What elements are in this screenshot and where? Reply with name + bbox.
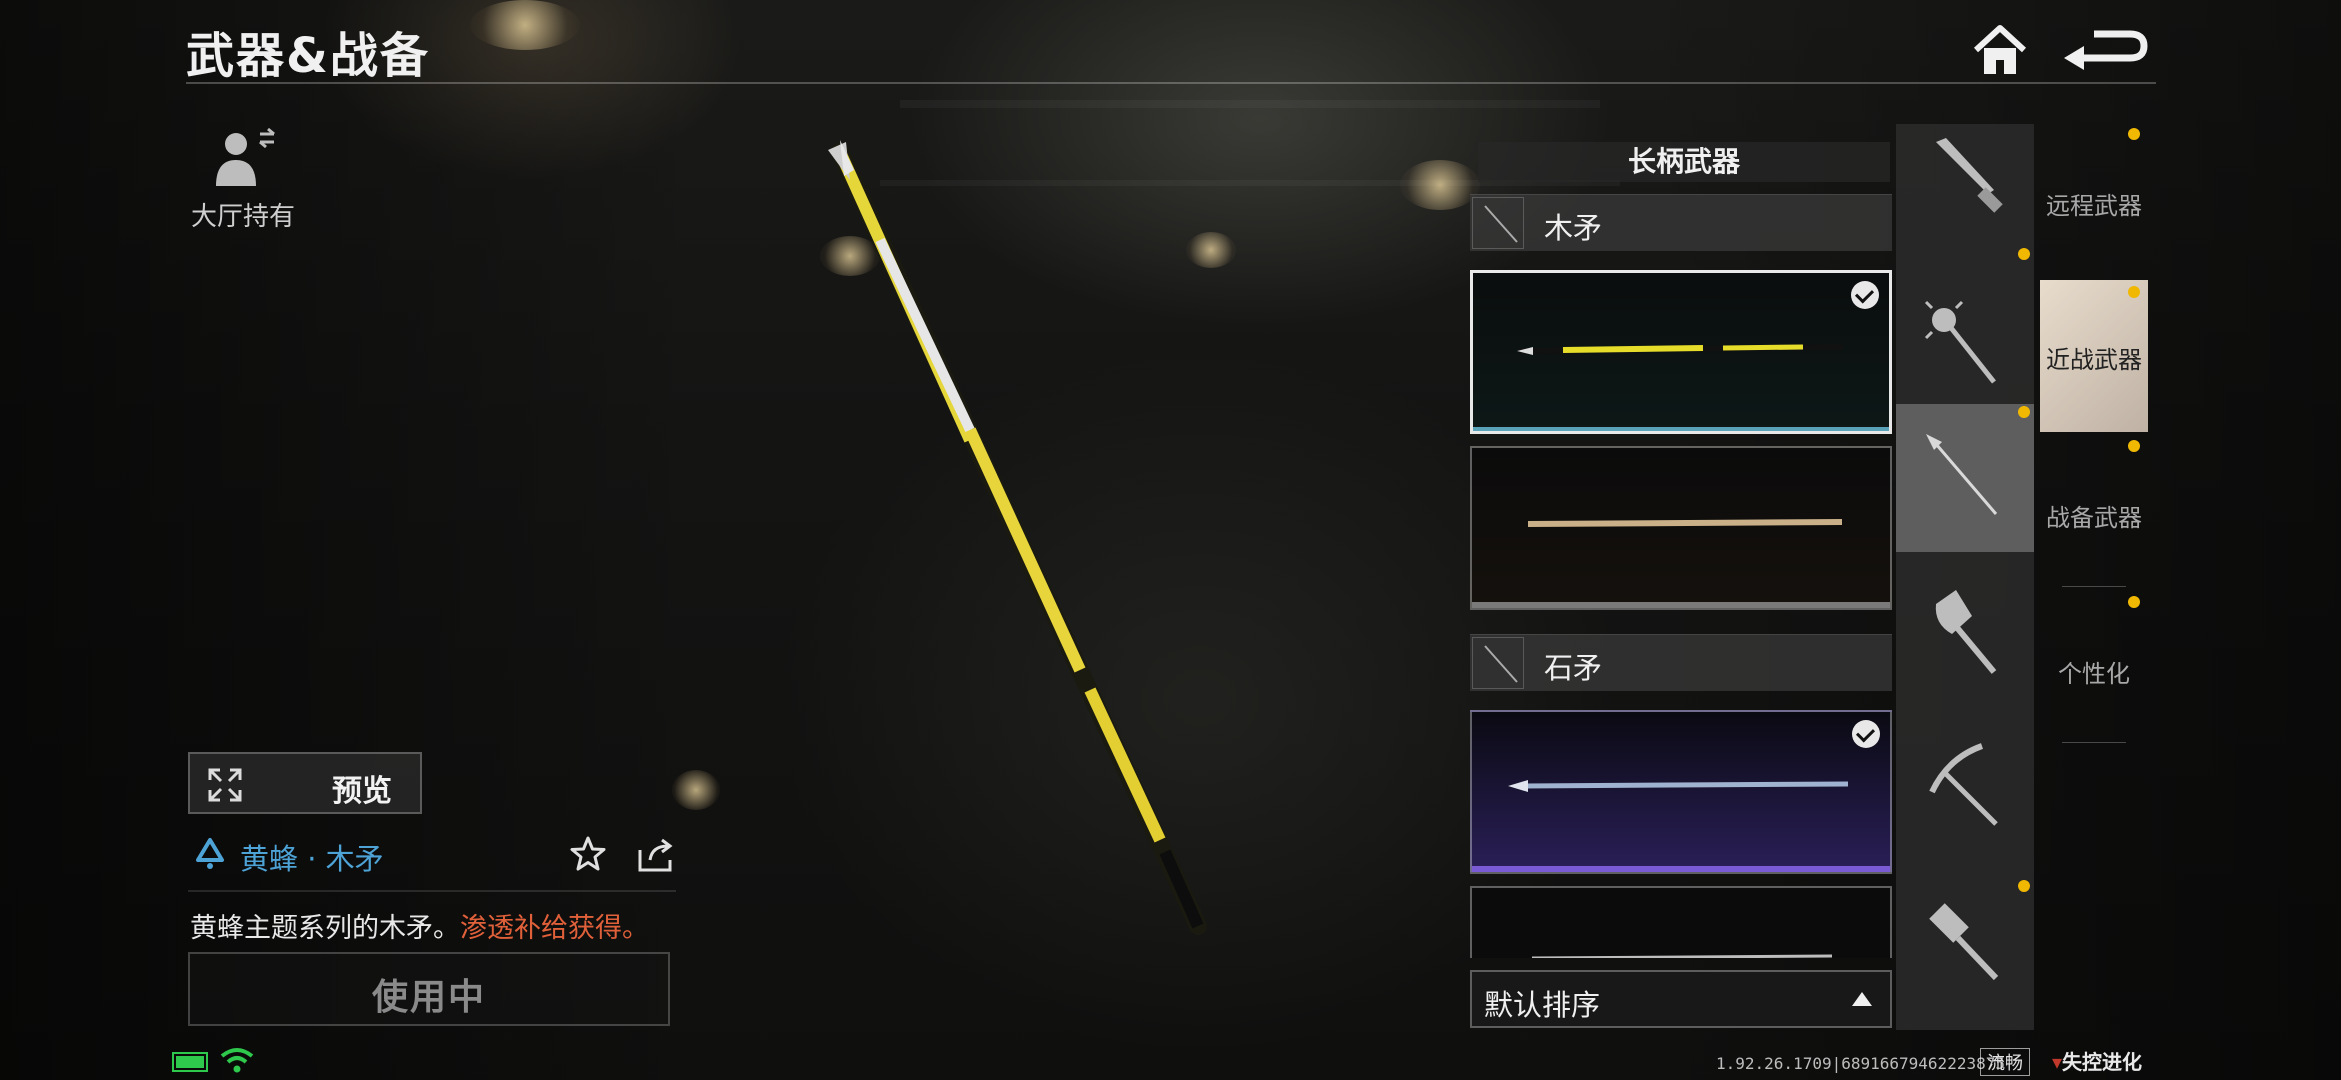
pickaxe-icon: [1929, 743, 1998, 826]
battery-icon: [172, 1052, 208, 1072]
expand-icon: [208, 768, 242, 802]
new-dot: [2128, 596, 2140, 608]
category-label: 战备武器: [2046, 504, 2142, 532]
stone-spear-thumbnail: [1472, 780, 1890, 872]
new-dot: [2128, 128, 2140, 140]
home-button[interactable]: [1970, 20, 2030, 80]
panel-title: 长柄武器: [1627, 145, 1740, 178]
category-label: 远程武器: [2046, 192, 2142, 220]
category-divider: [2062, 586, 2126, 587]
version-text: 1.92.26.1709|68916679462223875: [1716, 1054, 2005, 1073]
skin-card-stone-default[interactable]: [1470, 886, 1892, 958]
category-label: 个性化: [2058, 660, 2130, 688]
hammer-icon: [1929, 903, 1999, 981]
return-arrow-icon: [2064, 30, 2148, 70]
mace-icon: [1924, 300, 1996, 384]
acquire-source-text: 渗透补给获得。: [460, 913, 649, 944]
spear-icon: [1926, 434, 1998, 515]
slot-thumb: [1472, 637, 1524, 689]
page-title: 武器&战备: [186, 28, 430, 84]
preview-button[interactable]: 预览: [188, 752, 422, 814]
description-text: 黄蜂主题系列的木矛。: [190, 913, 460, 944]
in-use-button[interactable]: 使用中: [188, 952, 670, 1026]
selected-check-icon: [1852, 720, 1880, 748]
group-header-wood-spear: 木矛: [1470, 194, 1892, 251]
skin-card-default-wood[interactable]: [1470, 446, 1892, 610]
group-name: 石矛: [1544, 651, 1603, 685]
new-dot: [2018, 880, 2030, 892]
sort-dropdown[interactable]: 默认排序: [1470, 970, 1892, 1028]
item-description: 黄蜂主题系列的木矛。渗透补给获得。: [190, 906, 649, 945]
logo-text: 失控进化: [2062, 1050, 2143, 1074]
wasp-spear-thumbnail: [1473, 344, 1889, 431]
new-dot: [2128, 286, 2140, 298]
recycle-series-icon: [196, 838, 224, 869]
panel-header: 长柄武器: [1478, 142, 1890, 182]
game-logo: ▾失控进化: [2052, 1050, 2143, 1074]
wood-spear-thumbnail: [1472, 519, 1890, 608]
category-label: 近战武器: [2046, 346, 2142, 374]
category-personalize[interactable]: 个性化: [2040, 654, 2148, 689]
home-icon: [1973, 25, 2027, 74]
stone-spear-thumbnail: [1531, 954, 1833, 958]
selected-check-icon: [1851, 281, 1879, 309]
new-dot: [2018, 406, 2030, 418]
lobby-holding[interactable]: 大厅持有: [188, 126, 298, 233]
lobby-label: 大厅持有: [190, 202, 295, 232]
in-use-label: 使用中: [371, 977, 486, 1018]
slot-thumb: [1472, 197, 1524, 249]
type-hammer[interactable]: [1896, 864, 2034, 1012]
item-divider: [188, 890, 676, 892]
preview-label: 预览: [332, 774, 392, 809]
weapon-type-column: [1896, 124, 2034, 1030]
quality-badge: 流畅: [1980, 1048, 2030, 1076]
axe-icon: [1935, 590, 1997, 674]
category-divider: [2062, 742, 2126, 743]
favorite-star-icon[interactable]: [568, 834, 608, 874]
spear-thumb-icon: [1484, 205, 1518, 243]
header-divider: [186, 82, 2156, 84]
share-icon[interactable]: [636, 836, 676, 874]
type-spear[interactable]: [1896, 404, 2034, 552]
caret-up-icon: [1852, 992, 1872, 1006]
group-header-stone-spear: 石矛: [1470, 634, 1892, 691]
skin-card-stone-purple[interactable]: [1470, 710, 1892, 874]
type-mace[interactable]: [1896, 272, 2034, 420]
type-pickaxe[interactable]: [1896, 714, 2034, 862]
category-melee-active[interactable]: 近战武器: [2040, 280, 2148, 432]
knife-icon: [1936, 138, 2003, 213]
item-name-row: 黄蜂 · 木矛: [192, 832, 676, 876]
type-knife[interactable]: [1896, 124, 2034, 272]
new-dot: [2128, 440, 2140, 452]
type-axe[interactable]: [1896, 564, 2034, 712]
wifi-icon: [220, 1048, 254, 1073]
group-name: 木矛: [1544, 211, 1603, 245]
back-button[interactable]: [2060, 26, 2150, 76]
sort-label: 默认排序: [1484, 988, 1601, 1022]
item-name: 黄蜂 · 木矛: [240, 842, 384, 876]
spear-model: [828, 140, 1207, 935]
person-swap-icon: [216, 127, 275, 186]
new-dot: [2018, 248, 2030, 260]
spear-thumb-icon: [1484, 645, 1518, 683]
category-gear[interactable]: 战备武器: [2040, 498, 2148, 533]
skin-card-wasp[interactable]: [1470, 270, 1892, 434]
category-ranged[interactable]: 远程武器: [2040, 186, 2148, 221]
